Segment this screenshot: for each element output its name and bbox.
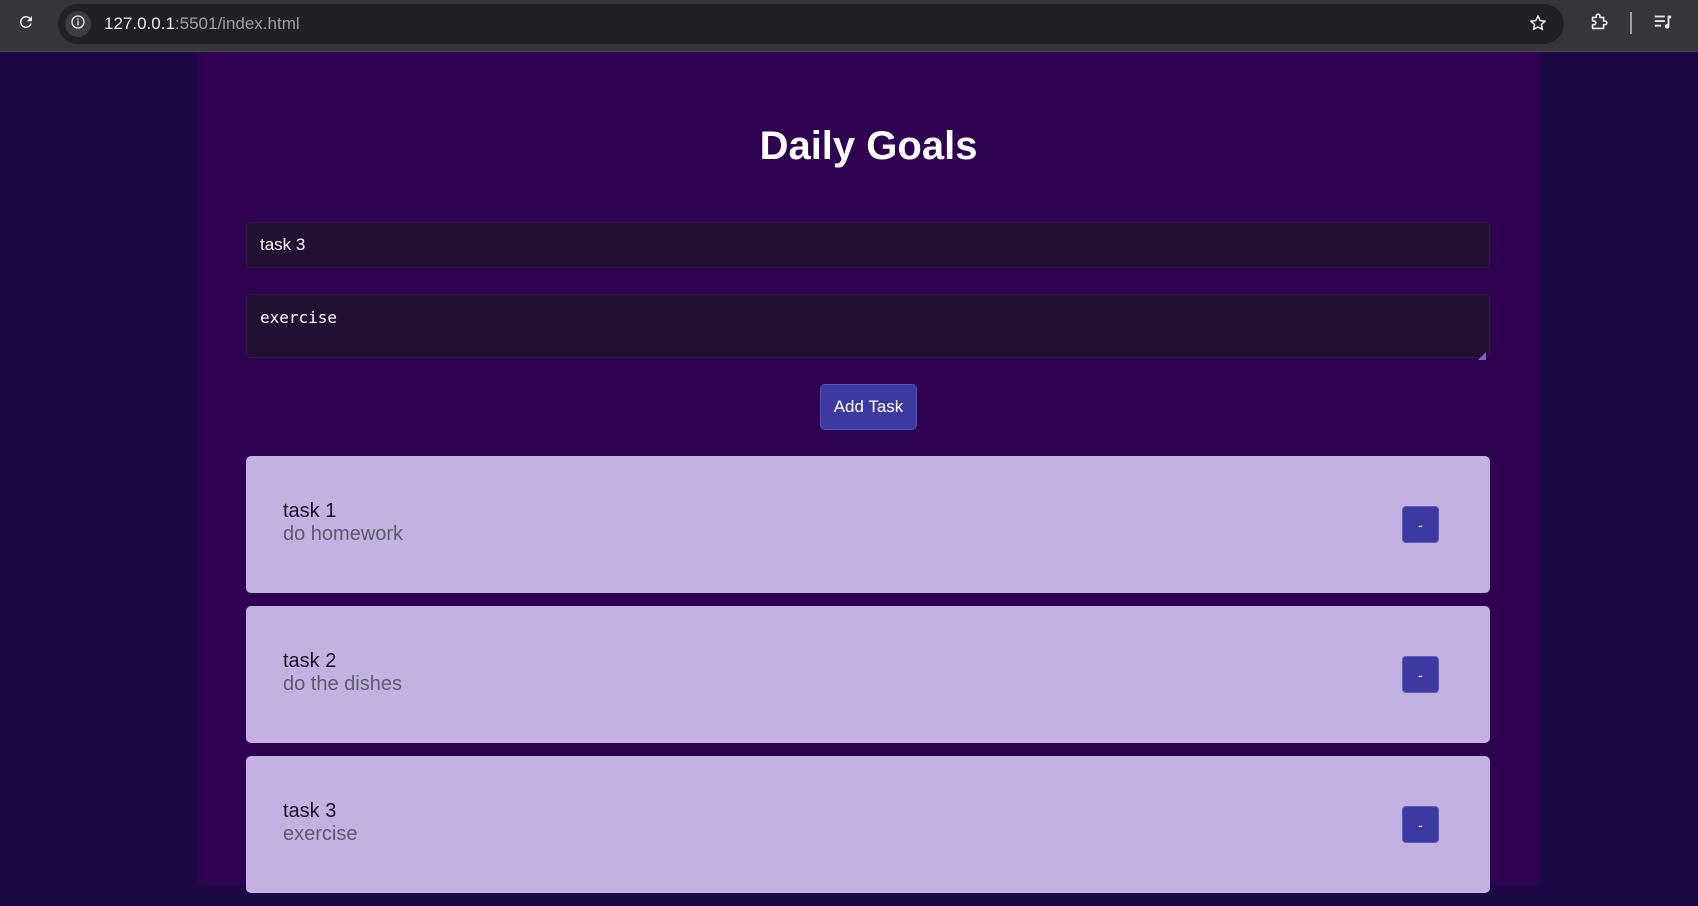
reload-icon	[17, 13, 35, 36]
task-description-textarea[interactable]: exercise	[246, 294, 1490, 358]
address-bar[interactable]: 127.0.0.1:5501/index.html	[58, 4, 1564, 44]
bookmark-button[interactable]	[1526, 13, 1550, 37]
task-description: do homework	[283, 523, 404, 545]
media-playlist-icon	[1652, 11, 1674, 38]
task-card: task 2 do the dishes -	[246, 606, 1490, 743]
task-card: task 1 do homework -	[246, 456, 1490, 593]
extensions-button[interactable]	[1586, 11, 1612, 37]
url-host: 127.0.0.1	[104, 14, 175, 33]
page-title: Daily Goals	[759, 124, 978, 168]
remove-task-button[interactable]: -	[1402, 656, 1439, 693]
goals-container: Daily Goals exercise Add Task task 1 do …	[197, 52, 1540, 893]
reload-button[interactable]	[12, 10, 40, 38]
toolbar-divider	[1630, 12, 1632, 34]
site-info-button[interactable]	[65, 11, 91, 37]
task-description: do the dishes	[283, 673, 402, 695]
task-title-input[interactable]	[246, 222, 1490, 268]
site-info-icon	[70, 14, 86, 35]
task-title: task 2	[283, 650, 337, 672]
url-text[interactable]: 127.0.0.1:5501/index.html	[104, 14, 300, 34]
task-list: task 1 do homework - task 2 do the dishe…	[246, 456, 1490, 906]
bookmark-star-icon	[1528, 13, 1548, 38]
task-title: task 1	[283, 500, 337, 522]
page-viewport: Daily Goals exercise Add Task task 1 do …	[0, 52, 1698, 893]
browser-toolbar: 127.0.0.1:5501/index.html	[0, 0, 1698, 52]
remove-task-button[interactable]: -	[1402, 506, 1439, 543]
media-controls-button[interactable]	[1650, 11, 1676, 37]
extensions-icon	[1588, 11, 1610, 38]
url-path: :5501/index.html	[174, 14, 300, 33]
task-title: task 3	[283, 800, 337, 822]
task-description: exercise	[283, 823, 358, 845]
add-task-button[interactable]: Add Task	[820, 384, 917, 430]
task-card: task 3 exercise -	[246, 756, 1490, 893]
remove-task-button[interactable]: -	[1402, 806, 1439, 843]
resize-handle-icon[interactable]	[1477, 348, 1487, 360]
